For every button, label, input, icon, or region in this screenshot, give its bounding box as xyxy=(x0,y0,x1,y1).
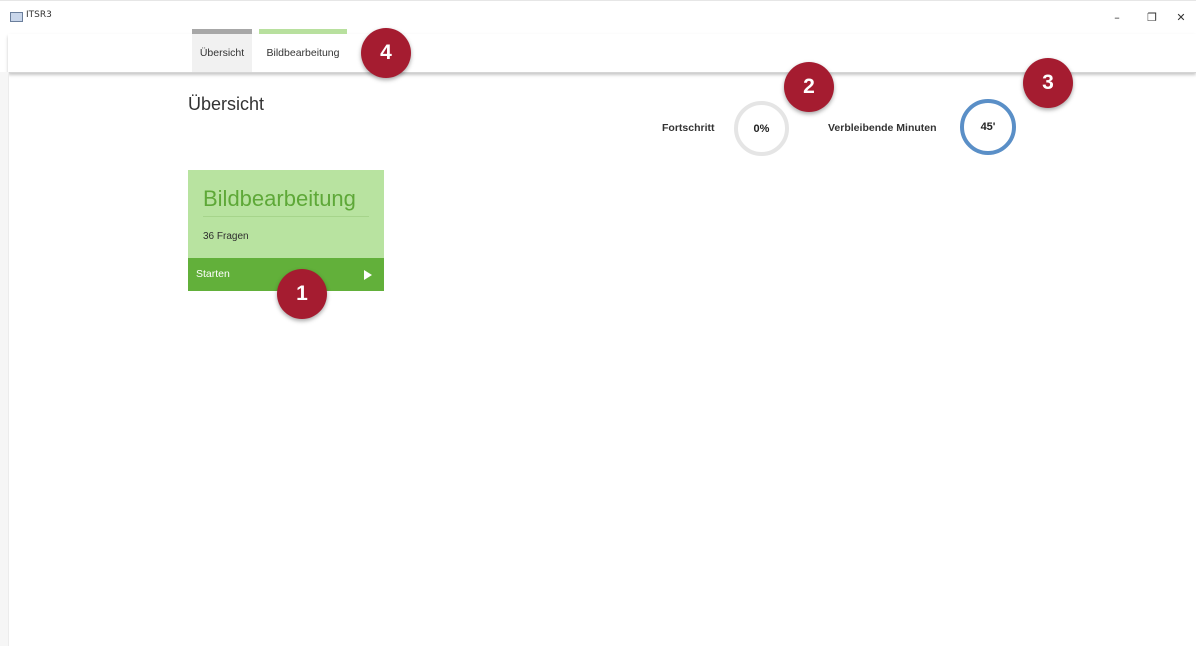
callout-badge-4: 4 xyxy=(361,28,411,78)
restore-icon: ❐ xyxy=(1147,10,1157,24)
callout-badge-3: 3 xyxy=(1023,58,1073,108)
tab-overview-accent xyxy=(192,29,252,34)
window-title: ITSR3 xyxy=(26,10,52,20)
close-icon: ✕ xyxy=(1176,10,1186,24)
card-title: Bildbearbeitung xyxy=(203,186,356,211)
tab-overview-label: Übersicht xyxy=(199,47,245,59)
callout-badge-1: 1 xyxy=(277,269,327,319)
close-button[interactable]: ✕ xyxy=(1166,7,1196,27)
page-title: Übersicht xyxy=(188,94,265,114)
minimize-icon: – xyxy=(1114,10,1120,24)
minutes-label: Verbleibende Minuten xyxy=(828,122,937,134)
app-window-icon xyxy=(10,12,23,22)
minimize-button[interactable]: – xyxy=(1102,7,1132,27)
tab-overview[interactable]: Übersicht xyxy=(192,29,252,72)
minutes-value: 45' xyxy=(980,121,996,133)
callout-badge-2: 2 xyxy=(784,62,834,112)
tab-bildbearbeitung[interactable]: Bildbearbeitung xyxy=(259,29,347,72)
module-card-bildbearbeitung[interactable]: Bildbearbeitung 36 Fragen Starten xyxy=(188,170,384,291)
card-divider xyxy=(203,216,369,217)
tab-bar: Übersicht Bildbearbeitung xyxy=(8,29,1196,73)
minutes-ring: 45' xyxy=(960,99,1016,155)
restore-button[interactable]: ❐ xyxy=(1137,7,1167,27)
progress-ring: 0% xyxy=(734,101,789,156)
start-button-label: Starten xyxy=(196,268,230,280)
tab-bildbearbeitung-accent xyxy=(259,29,347,34)
progress-value: 0% xyxy=(753,122,770,135)
left-edge-strip xyxy=(0,72,9,646)
play-icon xyxy=(364,270,372,280)
tab-bildbearbeitung-label: Bildbearbeitung xyxy=(266,47,340,59)
progress-label: Fortschritt xyxy=(662,122,715,134)
window-titlebar: ITSR3 – ❐ ✕ xyxy=(0,0,1196,35)
card-question-count: 36 Fragen xyxy=(203,231,249,242)
